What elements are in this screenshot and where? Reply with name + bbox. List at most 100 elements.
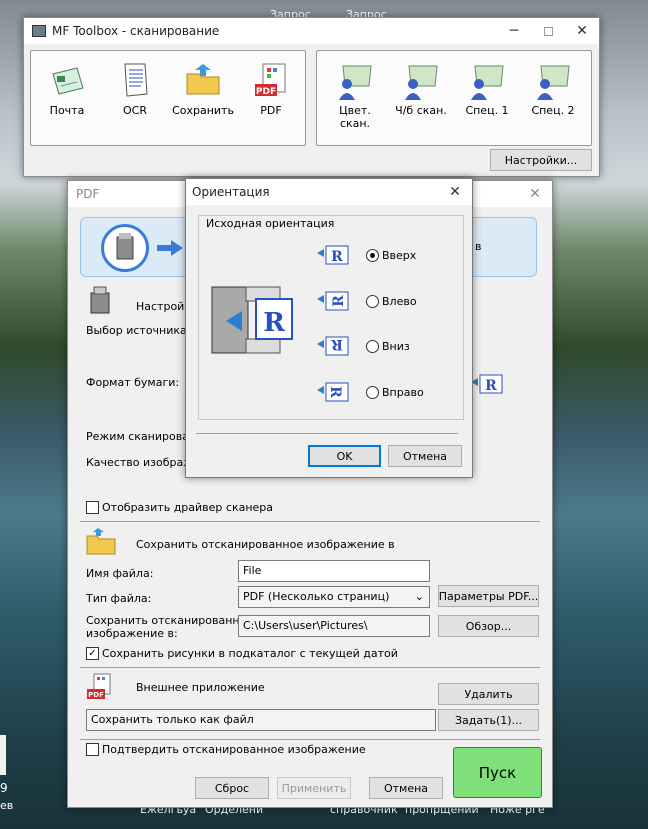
ocr-tool-button[interactable]: OCR — [104, 56, 166, 136]
radio-up[interactable] — [366, 249, 379, 262]
scanner-icon — [88, 285, 112, 315]
radio-left-label: Влево — [382, 295, 417, 308]
scanner-orientation-preview: R — [208, 285, 298, 355]
tool-label: Почта — [49, 104, 85, 117]
banner-text: в — [475, 240, 482, 253]
external-app-field[interactable]: Сохранить только как файл — [86, 709, 436, 731]
scanner-user-icon — [467, 60, 507, 100]
pdf-title: PDF — [76, 187, 100, 201]
quality-label: Качество изображе — [86, 456, 200, 469]
save-path-input[interactable]: C:\Users\user\Pictures\ — [238, 615, 430, 637]
mail-tool-button[interactable]: Почта — [36, 56, 98, 136]
desktop-item: ев — [0, 799, 14, 812]
save-to-label: Сохранить отсканированное — [86, 614, 254, 627]
svg-text:R: R — [331, 249, 343, 265]
filetype-select[interactable]: PDF (Несколько страниц) ⌄ — [238, 586, 430, 608]
radio-down[interactable] — [366, 340, 379, 353]
tool-label: Сохранить — [172, 104, 234, 117]
pdf-params-button[interactable]: Параметры PDF... — [438, 585, 539, 607]
pdf-app-icon: PDF — [86, 673, 112, 701]
save-tool-button[interactable]: Сохранить — [172, 56, 234, 136]
divider — [80, 521, 540, 522]
scan-label: Ч/б скан. — [395, 104, 447, 117]
chevron-down-icon: ⌄ — [414, 590, 424, 603]
svg-text:R: R — [327, 386, 343, 398]
cancel-button[interactable]: Отмена — [369, 777, 443, 799]
desktop-item: 9 — [0, 781, 8, 795]
confirm-label: Подтвердить отсканированное изображение — [102, 743, 366, 756]
source-label: Выбор источника: — [86, 324, 191, 337]
radio-left[interactable] — [366, 295, 379, 308]
confirm-checkbox[interactable] — [86, 743, 99, 756]
orientation-right-icon: R — [316, 381, 350, 403]
ok-button[interactable]: OK — [308, 445, 381, 467]
svg-text:R: R — [263, 308, 285, 338]
close-button[interactable]: ✕ — [518, 181, 552, 207]
toolbox-titlebar[interactable]: MF Toolbox - сканирование ─ ✕ — [24, 18, 599, 44]
svg-text:R: R — [485, 378, 497, 394]
start-button[interactable]: Пуск — [453, 747, 542, 798]
assign-button[interactable]: Задать(1)... — [438, 709, 539, 731]
cancel-button[interactable]: Отмена — [388, 445, 462, 467]
ocr-document-icon — [115, 60, 155, 100]
orientation-titlebar[interactable]: Ориентация ✕ — [186, 179, 472, 205]
subfolder-checkbox[interactable]: ✓ — [86, 647, 99, 660]
save-to-label: изображение в: — [86, 627, 178, 640]
folder-icon — [86, 527, 116, 555]
svg-text:R: R — [331, 336, 343, 352]
svg-text:PDF: PDF — [88, 691, 104, 699]
radio-right[interactable] — [366, 386, 379, 399]
scanner-settings-label: Настрой — [136, 300, 185, 313]
pdf-tool-button[interactable]: PDF PDF — [240, 56, 302, 136]
orientation-group-label: Исходная ориентация — [206, 217, 335, 230]
scanner-user-icon — [533, 60, 573, 100]
arrow-right-icon — [157, 240, 183, 256]
custom2-scan-button[interactable]: Спец. 2 — [522, 56, 584, 136]
close-button[interactable]: ✕ — [438, 179, 472, 205]
divider — [80, 667, 540, 668]
show-driver-label: Отобразить драйвер сканера — [102, 501, 274, 514]
orientation-up-icon[interactable]: R — [470, 373, 504, 395]
settings-button[interactable]: Настройки... — [490, 149, 592, 171]
filename-label: Имя файла: — [86, 567, 154, 580]
tool-label: OCR — [123, 104, 147, 117]
scan-label: Цвет. скан. — [339, 104, 371, 130]
show-driver-checkbox[interactable] — [86, 501, 99, 514]
tool-label: PDF — [260, 104, 282, 117]
apply-button[interactable]: Применить — [277, 777, 351, 799]
folder-save-icon — [183, 60, 223, 100]
desktop-icon-edge[interactable] — [0, 735, 6, 775]
divider — [196, 433, 458, 434]
reset-button[interactable]: Сброс — [195, 777, 269, 799]
filename-input[interactable]: File — [238, 560, 430, 582]
filetype-value: PDF (Несколько страниц) — [243, 590, 390, 603]
paper-size-label: Формат бумаги: — [86, 376, 180, 389]
minimize-button[interactable]: ─ — [497, 18, 531, 44]
browse-button[interactable]: Обзор... — [438, 615, 539, 637]
delete-button[interactable]: Удалить — [438, 683, 539, 705]
orientation-dialog: Ориентация ✕ Исходная ориентация R R Вве… — [185, 178, 473, 478]
color-scan-button[interactable]: Цвет. скан. — [324, 56, 386, 136]
close-button[interactable]: ✕ — [565, 18, 599, 44]
radio-up-label: Вверх — [382, 249, 417, 262]
scan-label: Спец. 1 — [465, 104, 509, 117]
custom1-scan-button[interactable]: Спец. 1 — [456, 56, 518, 136]
scan-label: Спец. 2 — [531, 104, 575, 117]
svg-text:PDF: PDF — [256, 87, 276, 97]
external-app-label: Внешнее приложение — [136, 681, 265, 694]
scan-mode-label: Режим сканирован — [86, 430, 197, 443]
save-heading: Сохранить отсканированное изображение в — [136, 538, 395, 551]
orientation-title: Ориентация — [192, 185, 270, 199]
maximize-button[interactable] — [531, 18, 565, 44]
subfolder-label: Сохранить рисунки в подкаталог с текущей… — [102, 647, 398, 660]
scanner-circle-icon — [101, 224, 149, 272]
divider — [80, 739, 540, 740]
scanner-user-icon — [401, 60, 441, 100]
scanner-user-icon — [335, 60, 375, 100]
radio-down-label: Вниз — [382, 340, 410, 353]
toolbox-title: MF Toolbox - сканирование — [52, 24, 220, 38]
pdf-icon: PDF — [251, 60, 291, 100]
orientation-left-icon: R — [316, 290, 350, 312]
bw-scan-button[interactable]: Ч/б скан. — [390, 56, 452, 136]
filetype-label: Тип файла: — [86, 592, 152, 605]
